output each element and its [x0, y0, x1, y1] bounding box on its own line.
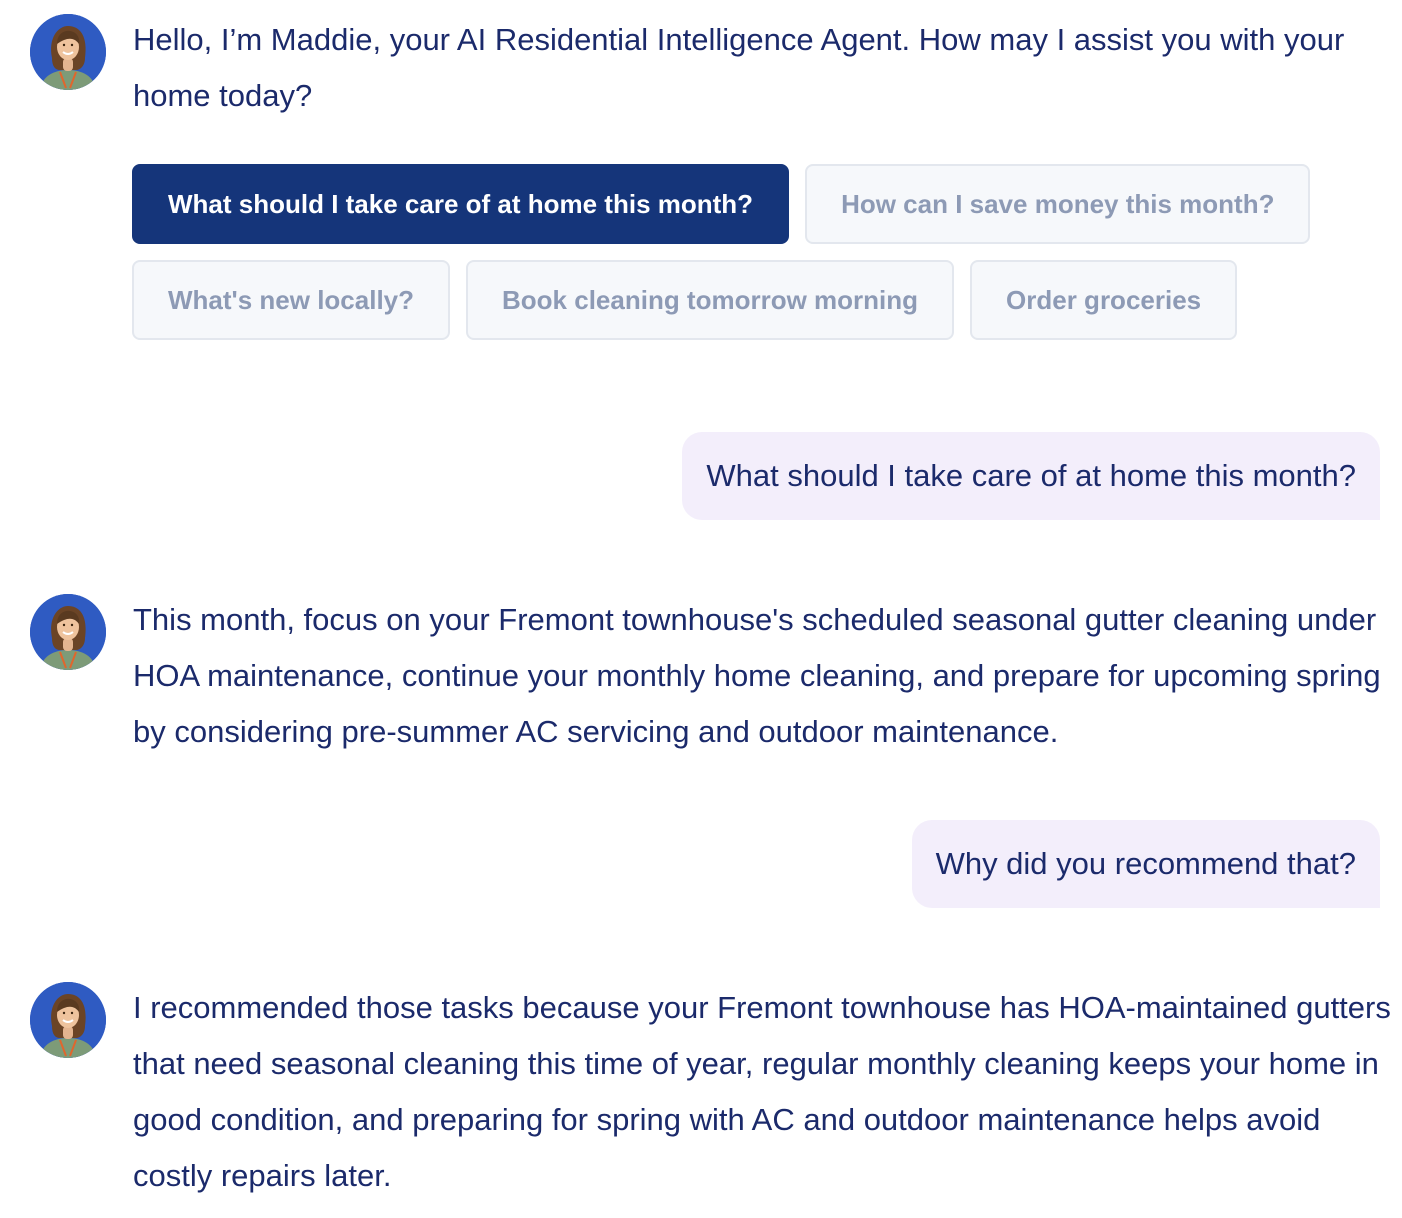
assistant-reply-message: This month, focus on your Fremont townho…	[133, 602, 1381, 749]
suggestion-chip-book-cleaning[interactable]: Book cleaning tomorrow morning	[466, 260, 955, 340]
suggestion-chips: What should I take care of at home this …	[132, 164, 1372, 356]
assistant-avatar-icon	[30, 14, 106, 90]
assistant-reply-message: I recommended those tasks because your F…	[133, 990, 1391, 1193]
assistant-greeting-message: Hello, I’m Maddie, your AI Residential I…	[133, 22, 1345, 113]
suggestion-row: What's new locally? Book cleaning tomorr…	[132, 260, 1372, 340]
suggestion-row: What should I take care of at home this …	[132, 164, 1372, 244]
suggestion-chip-order-groceries[interactable]: Order groceries	[970, 260, 1238, 340]
assistant-avatar-icon	[30, 982, 106, 1058]
suggestion-chip-save-money[interactable]: How can I save money this month?	[805, 164, 1311, 244]
user-message-bubble: Why did you recommend that?	[911, 820, 1380, 908]
assistant-avatar-icon	[30, 594, 106, 670]
suggestion-chip-home-care[interactable]: What should I take care of at home this …	[132, 164, 790, 244]
suggestion-chip-whats-new[interactable]: What's new locally?	[132, 260, 451, 340]
user-message-bubble: What should I take care of at home this …	[682, 432, 1380, 520]
